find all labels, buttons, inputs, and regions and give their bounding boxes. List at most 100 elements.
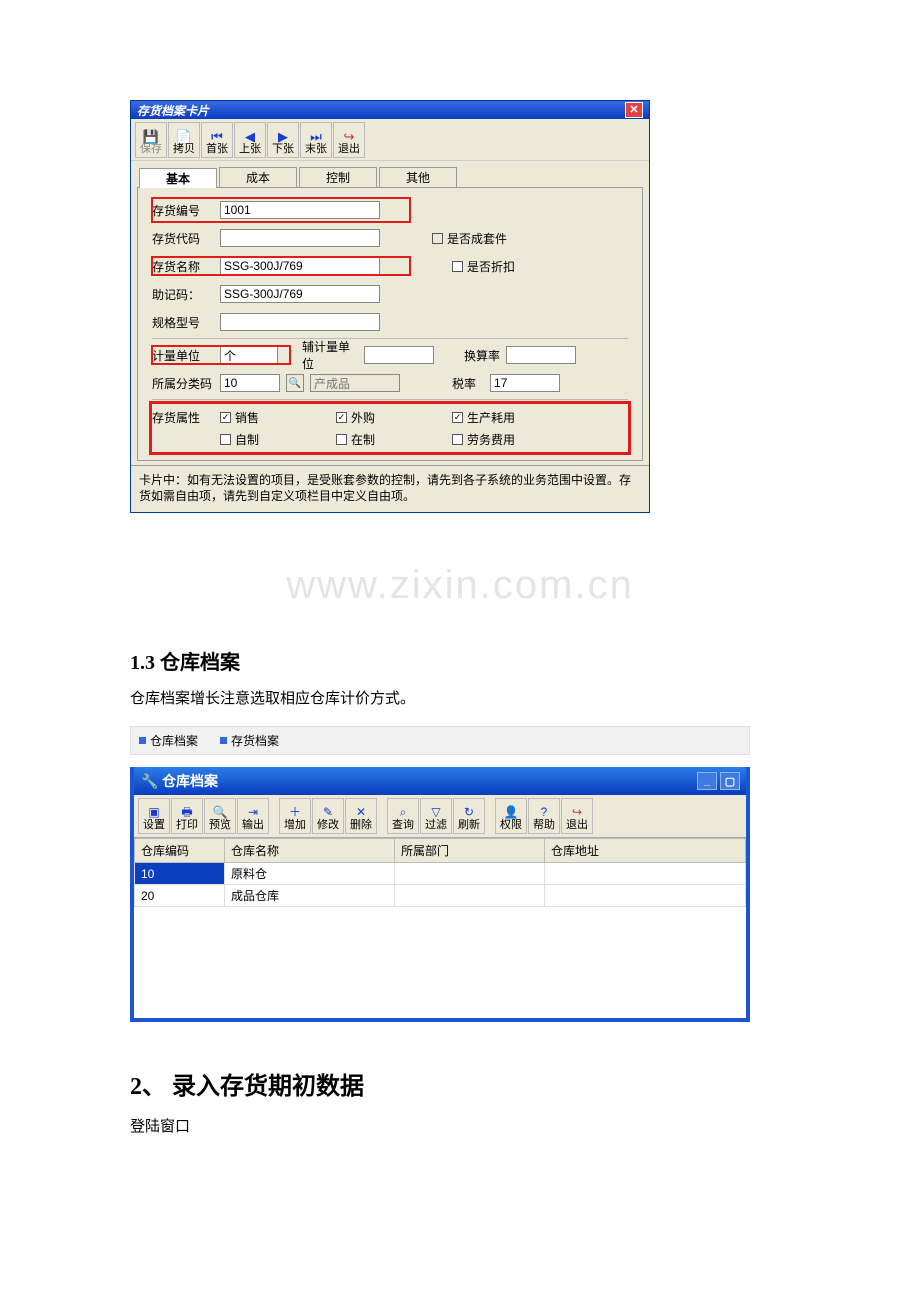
maximize-icon[interactable]: ▢ [720,772,740,790]
settings-button[interactable]: ▣设置 [138,798,170,834]
attr-inprog-checkbox[interactable]: 在制 [336,431,375,448]
section-2-body: 登陆窗口 [130,1115,790,1136]
last-icon: ⏭ [310,128,322,144]
warehouse-window: 🔧 仓库档案 _ ▢ ▣设置 🖶打印 🔍预览 ⇥输出 ＋增加 ✎修改 ✕删除 ⌕… [130,767,750,1022]
col-addr[interactable]: 仓库地址 [545,839,746,863]
delete-button[interactable]: ✕删除 [345,798,377,834]
first-button[interactable]: ⏮首张 [201,122,233,158]
uom-field[interactable]: 个 [220,346,278,364]
inv-no-label: 存货编号 [152,202,214,219]
bullet-icon [220,737,227,744]
rate-field[interactable] [506,346,576,364]
exit-icon: ↪ [572,804,582,820]
col-dept[interactable]: 所属部门 [395,839,545,863]
preview-button[interactable]: 🔍预览 [204,798,236,834]
prev-button[interactable]: ◀上张 [234,122,266,158]
checked-icon: ✓ [452,412,463,423]
cat-lookup-button[interactable]: 🔍 [286,374,304,392]
uom-row: 计量单位 个 辅计量单位 换算率 [152,343,628,367]
table-row[interactable]: 10 原料仓 [135,863,746,885]
attr-self-checkbox[interactable]: 自制 [220,431,259,448]
prev-icon: ◀ [245,128,255,144]
mnemonic-label: 助记码： [152,286,214,303]
spec-field[interactable] [220,313,380,331]
checked-icon: ✓ [336,412,347,423]
print-button[interactable]: 🖶打印 [171,798,203,834]
cat-code-label: 所属分类码 [152,375,214,392]
refresh-icon: ↻ [464,804,474,820]
edit-button[interactable]: ✎修改 [312,798,344,834]
cell-dept [395,885,545,907]
aux-uom-label: 辅计量单位 [302,338,358,372]
checkbox-icon [336,434,347,445]
wrench-icon: 🔧 [142,773,158,789]
inv-no-row: 存货编号 1001 [152,198,410,222]
cell-addr [545,885,746,907]
search-button[interactable]: ⌕查询 [387,798,419,834]
inv-code-field[interactable] [220,229,380,247]
tab-basic[interactable]: 基本 [139,168,217,188]
cell-dept [395,863,545,885]
save-button[interactable]: 💾保存 [135,122,167,158]
window1-titlebar[interactable]: 存货档案卡片 ✕ [131,101,649,119]
attr-prod-checkbox[interactable]: ✓生产耗用 [452,409,515,426]
cell-name: 成品仓库 [225,885,395,907]
attr-sale-checkbox[interactable]: ✓销售 [220,409,259,426]
cell-name: 原料仓 [225,863,395,885]
bullet-icon [139,737,146,744]
separator [152,338,628,339]
inv-code-row: 存货代码 是否成套件 [152,226,628,250]
section-2-title: 2、 录入存货期初数据 [130,1066,790,1101]
perm-icon: 👤 [504,804,519,820]
breadcrumb-item-warehouse[interactable]: 仓库档案 [139,732,198,749]
help-icon: ? [541,804,548,820]
exit-icon: ↪ [344,128,355,144]
tax-field[interactable]: 17 [490,374,560,392]
minimize-icon[interactable]: _ [697,772,717,790]
next-button[interactable]: ▶下张 [267,122,299,158]
section-1-3-title: 1.3 仓库档案 [130,646,790,675]
inv-no-field[interactable]: 1001 [220,201,380,219]
table-row[interactable]: 20 成品仓库 [135,885,746,907]
inv-name-field[interactable]: SSG-300J/769 [220,257,380,275]
settings-icon: ▣ [148,804,159,820]
close-icon[interactable]: ✕ [625,102,643,118]
exit-button[interactable]: ↪退出 [333,122,365,158]
export-icon: ⇥ [248,804,258,820]
export-button[interactable]: ⇥输出 [237,798,269,834]
tab-control[interactable]: 控制 [299,167,377,187]
refresh-button[interactable]: ↻刷新 [453,798,485,834]
filter-button[interactable]: ▽过滤 [420,798,452,834]
attr-labor-checkbox[interactable]: 劳务费用 [452,431,515,448]
is-kit-checkbox[interactable]: 是否成套件 [432,230,507,247]
cat-row: 所属分类码 10 🔍 产成品 税率 17 [152,371,628,395]
warehouse-table: 仓库编码 仓库名称 所属部门 仓库地址 10 原料仓 20 [134,838,746,907]
exit2-button[interactable]: ↪退出 [561,798,593,834]
inv-name-label: 存货名称 [152,258,214,275]
help-button[interactable]: ?帮助 [528,798,560,834]
help-text: 卡片中：如有无法设置的项目，是受账套参数的控制，请先到各子系统的业务范围中设置。… [131,465,649,512]
inv-code-label: 存货代码 [152,230,214,247]
last-button[interactable]: ⏭末张 [300,122,332,158]
mnemonic-field[interactable]: SSG-300J/769 [220,285,380,303]
perm-button[interactable]: 👤权限 [495,798,527,834]
add-button[interactable]: ＋增加 [279,798,311,834]
copy-button[interactable]: 📄拷贝 [168,122,200,158]
breadcrumb-item-inventory[interactable]: 存货档案 [220,732,279,749]
mnemonic-row: 助记码： SSG-300J/769 [152,282,628,306]
col-code[interactable]: 仓库编码 [135,839,225,863]
col-name[interactable]: 仓库名称 [225,839,395,863]
preview-icon: 🔍 [213,804,228,820]
window2-titlebar[interactable]: 🔧 仓库档案 _ ▢ [134,767,746,795]
attr-purchase-checkbox[interactable]: ✓外购 [336,409,375,426]
filter-icon: ▽ [431,804,440,820]
tab-cost[interactable]: 成本 [219,167,297,187]
is-discount-checkbox[interactable]: 是否折扣 [452,258,515,275]
checkbox-icon [220,434,231,445]
window2-body: 仓库编码 仓库名称 所属部门 仓库地址 10 原料仓 20 [134,838,746,1018]
tab-other[interactable]: 其他 [379,167,457,187]
aux-uom-field[interactable] [364,346,434,364]
next-icon: ▶ [278,128,288,144]
cat-code-field[interactable]: 10 [220,374,280,392]
inv-attr-group: 存货属性 ✓销售 ✓外购 ✓生产耗用 自制 在制 劳务费用 [152,404,628,452]
